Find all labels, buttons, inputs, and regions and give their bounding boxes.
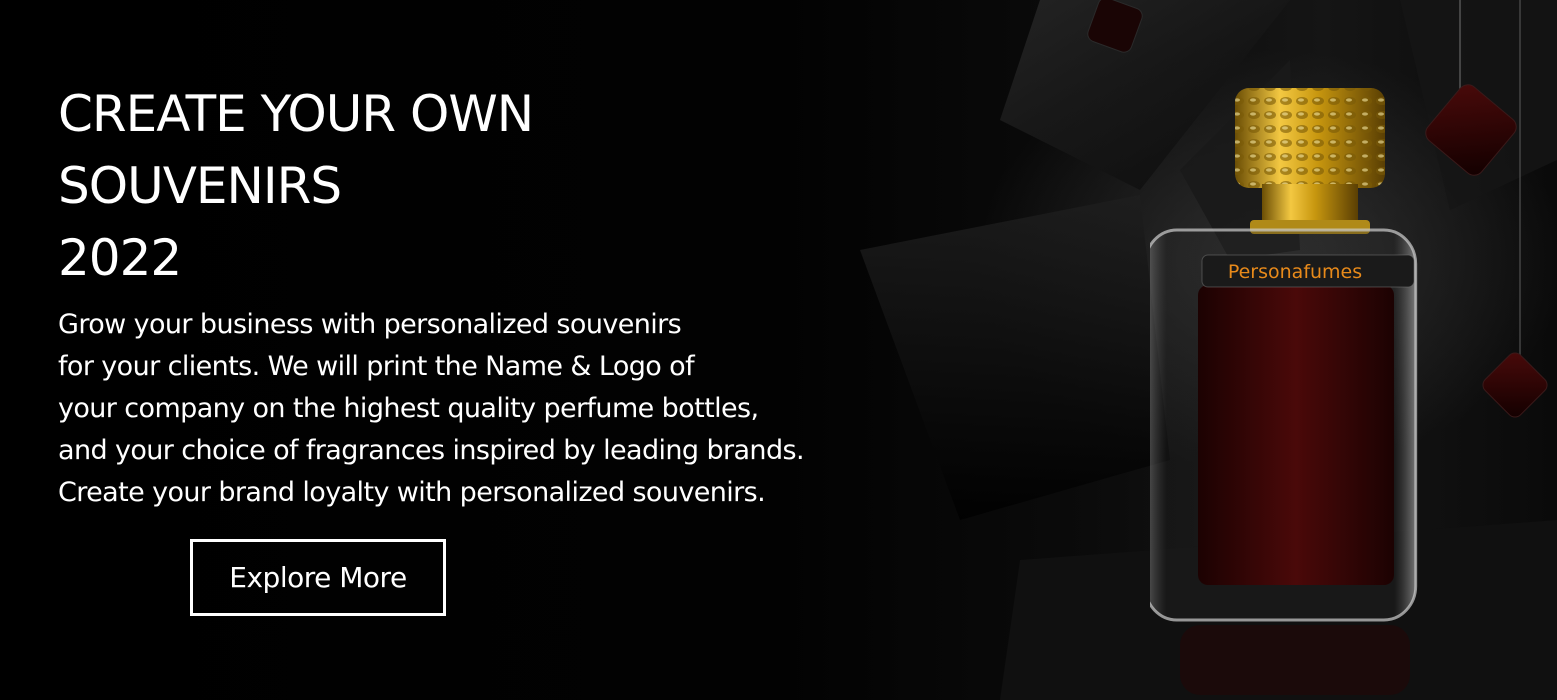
hero-banner: CREATE YOUR OWN SOUVENIRS 2022 Grow your… — [0, 0, 1557, 700]
description-line: and your choice of fragrances inspired b… — [58, 435, 805, 466]
floating-cube — [1482, 352, 1548, 418]
bottle-reflection — [1180, 625, 1410, 695]
decorative-panel — [860, 195, 1170, 520]
headline-line: CREATE YOUR OWN — [58, 85, 534, 143]
description-line: for your clients. We will print the Name… — [58, 351, 695, 382]
headline-line: SOUVENIRS — [58, 157, 342, 215]
headline-line: 2022 — [58, 229, 182, 287]
bottle-label: Personafumes — [1228, 261, 1362, 283]
description-line: your company on the highest quality perf… — [58, 393, 759, 424]
description-line: Create your brand loyalty with personali… — [58, 477, 766, 508]
explore-more-button[interactable]: Explore More — [190, 539, 446, 616]
description-line: Grow your business with personalized sou… — [58, 309, 682, 340]
bottle-cap-texture — [1235, 88, 1385, 188]
hero-headline: CREATE YOUR OWN SOUVENIRS 2022 — [58, 78, 534, 294]
perfume-bottle-image: Personafumes — [1150, 88, 1418, 695]
bottle-liquid — [1198, 285, 1394, 585]
hero-description: Grow your business with personalized sou… — [58, 304, 805, 514]
